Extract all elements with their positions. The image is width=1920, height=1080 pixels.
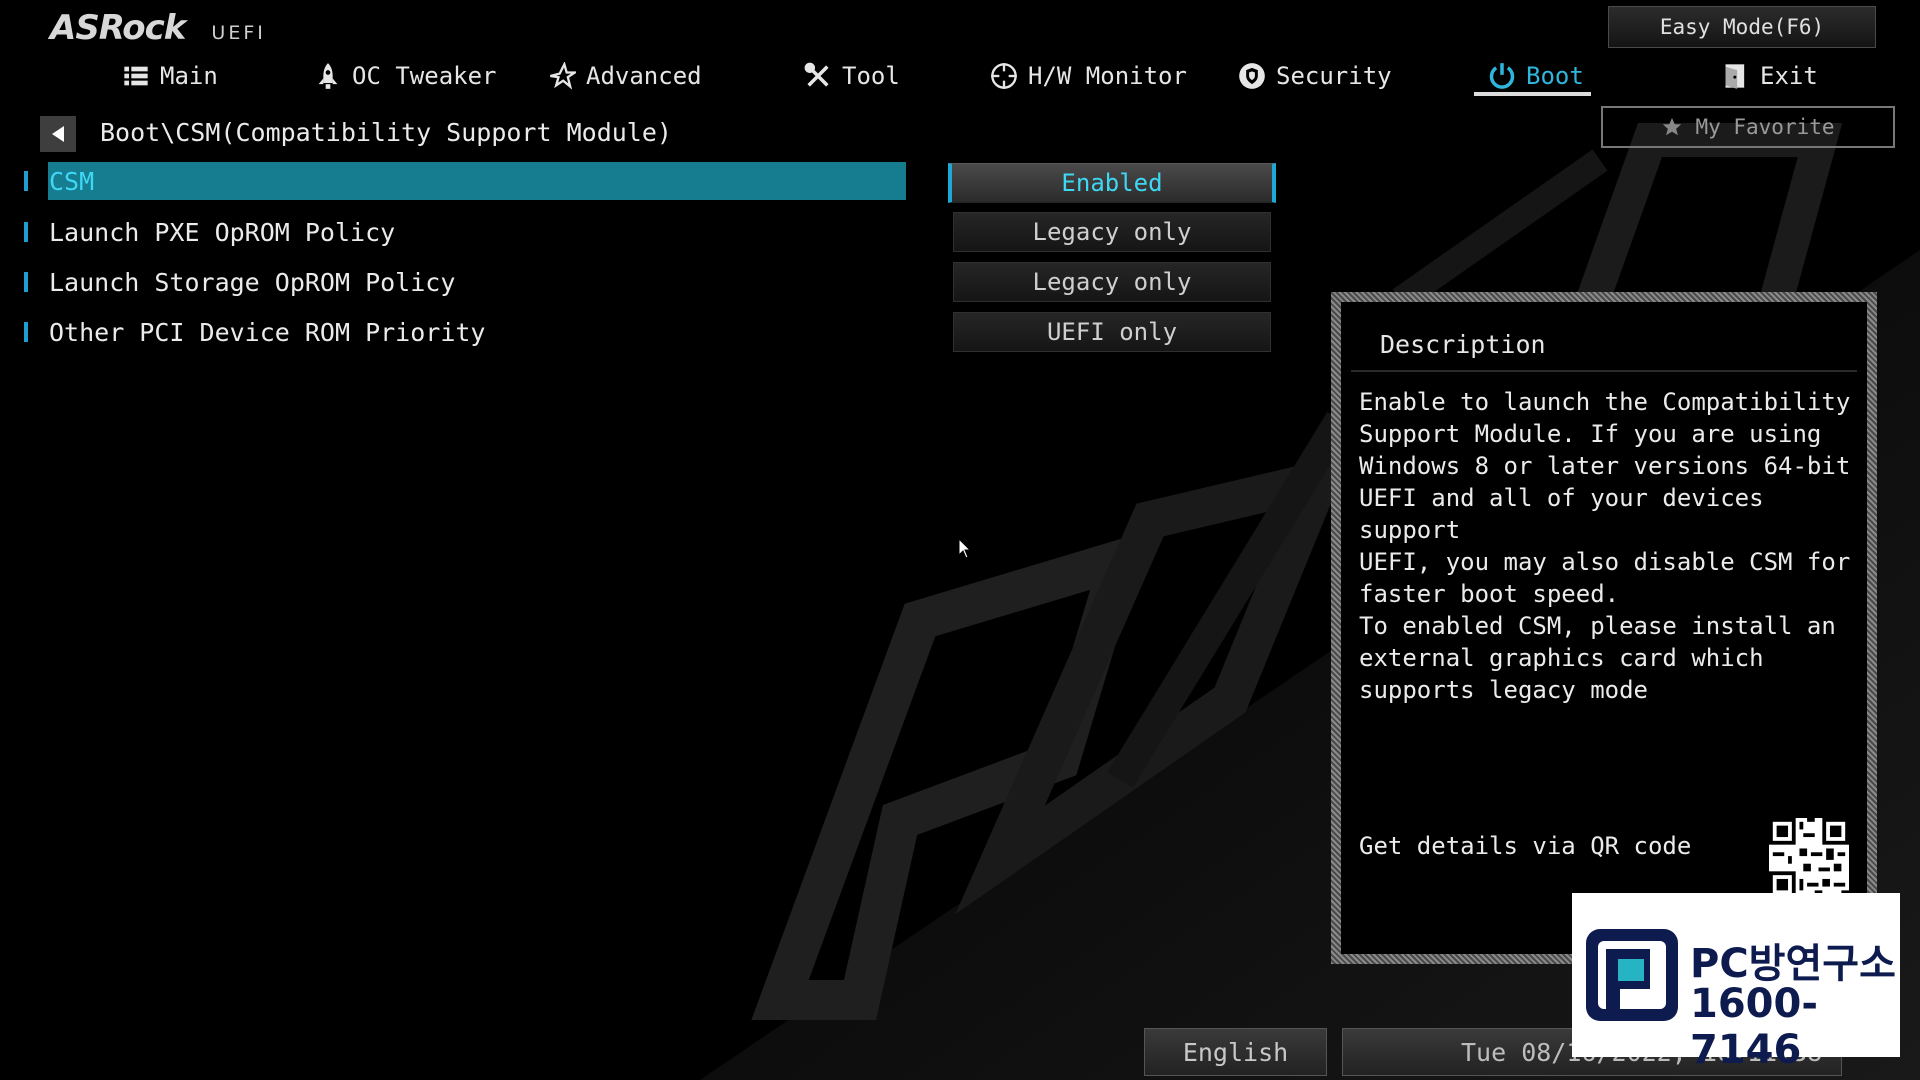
tab-hw-monitor-label: H/W Monitor [1028, 62, 1187, 90]
storage-oprom-value-select[interactable]: Legacy only [953, 262, 1271, 302]
brand: ASRock UEFI [50, 8, 266, 48]
tab-main[interactable]: Main [122, 56, 218, 96]
description-title: Description [1380, 330, 1546, 359]
tab-oc-tweaker-label: OC Tweaker [352, 62, 497, 90]
ad-phone-number: 1600-7146 [1690, 981, 1818, 1073]
setting-row-pci-rom-priority[interactable]: Other PCI Device ROM Priority [20, 313, 906, 351]
shield-icon [1239, 63, 1265, 89]
tab-boot-label: Boot [1526, 62, 1584, 90]
csm-value-select[interactable]: Enabled [948, 163, 1276, 203]
star-icon [1663, 117, 1682, 136]
back-button[interactable] [40, 116, 76, 152]
tab-tool[interactable]: Tool [804, 56, 900, 96]
power-icon [1489, 63, 1515, 89]
pci-rom-priority-value-select[interactable]: UEFI only [953, 312, 1271, 352]
selection-highlight [48, 162, 906, 200]
easy-mode-button[interactable]: Easy Mode(F6) [1608, 6, 1876, 48]
breadcrumb: Boot\CSM(Compatibility Support Module) [100, 118, 672, 147]
tab-tool-label: Tool [842, 62, 900, 90]
setting-row-csm[interactable]: CSM [20, 162, 906, 200]
uefi-label: UEFI [211, 22, 266, 44]
asrock-logo: ASRock [50, 8, 186, 48]
my-favorite-button[interactable]: My Favorite [1601, 106, 1895, 148]
tab-advanced[interactable]: Advanced [548, 56, 702, 96]
tab-security[interactable]: Security [1238, 56, 1392, 96]
star-icon [550, 62, 576, 90]
tab-exit[interactable]: Exit [1722, 56, 1818, 96]
setting-label: CSM [49, 166, 95, 196]
tab-security-label: Security [1276, 62, 1392, 90]
row-marker [24, 272, 28, 292]
setting-label: Launch PXE OpROM Policy [49, 217, 396, 247]
pxe-oprom-value-select[interactable]: Legacy only [953, 212, 1271, 252]
setting-row-storage-oprom[interactable]: Launch Storage OpROM Policy [20, 263, 906, 301]
exit-icon [1725, 64, 1745, 89]
list-icon [124, 66, 148, 86]
rocket-icon [318, 63, 338, 89]
qr-code-label: Get details via QR code [1359, 832, 1692, 860]
row-marker [24, 222, 28, 242]
tab-oc-tweaker[interactable]: OC Tweaker [314, 56, 497, 96]
tab-advanced-label: Advanced [586, 62, 702, 90]
my-favorite-label: My Favorite [1695, 115, 1835, 139]
back-arrow-icon [52, 126, 64, 142]
overlay-ad: PC방연구소 1600-7146 [1572, 893, 1900, 1073]
crosshair-icon [991, 63, 1017, 89]
description-text: Enable to launch the Compatibility Suppo… [1359, 388, 1851, 704]
setting-label: Other PCI Device ROM Priority [49, 317, 486, 347]
description-divider [1351, 370, 1857, 372]
active-tab-indicator [1474, 92, 1591, 96]
setting-label: Launch Storage OpROM Policy [49, 267, 456, 297]
tab-boot[interactable]: Boot [1488, 56, 1584, 96]
language-select[interactable]: English [1144, 1028, 1327, 1076]
tools-icon [804, 62, 829, 87]
row-marker [24, 171, 28, 191]
qr-code-image[interactable] [1769, 818, 1849, 898]
tab-exit-label: Exit [1760, 62, 1818, 90]
tab-hw-monitor[interactable]: H/W Monitor [990, 56, 1187, 96]
pc-lab-logo-icon [1586, 929, 1678, 1021]
tab-main-label: Main [160, 62, 218, 90]
description-panel: Description Enable to launch the Compati… [1331, 292, 1877, 964]
setting-row-pxe-oprom[interactable]: Launch PXE OpROM Policy [20, 213, 906, 251]
mouse-cursor-icon [958, 538, 972, 559]
row-marker [24, 322, 28, 342]
